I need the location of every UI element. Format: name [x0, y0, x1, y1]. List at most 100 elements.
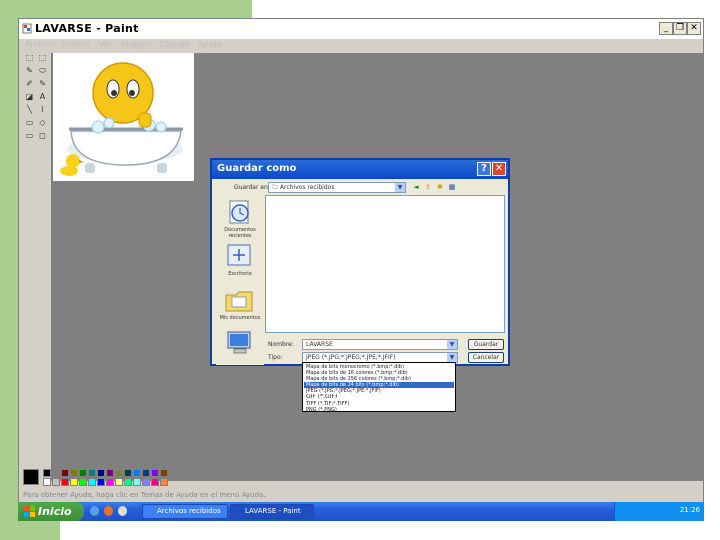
- image-canvas[interactable]: [53, 53, 194, 181]
- palette-swatch[interactable]: [151, 478, 159, 486]
- task-archivos-recibidos[interactable]: Archivos recibidos: [142, 504, 228, 519]
- save-in-combo[interactable]: 🗀 Archivos recibidos ▼: [268, 182, 406, 193]
- name-label: Nombre:: [268, 341, 294, 348]
- free-select-tool[interactable]: ⬚: [24, 53, 35, 63]
- file-name-input[interactable]: LAVARSE ▼: [302, 339, 458, 350]
- palette-swatch[interactable]: [79, 478, 87, 486]
- windows-logo-icon: [24, 506, 35, 517]
- type-option[interactable]: GIF (*.GIF): [304, 394, 454, 401]
- save-in-value: Archivos recibidos: [279, 184, 335, 191]
- pencil-tool[interactable]: ◪: [24, 92, 35, 102]
- dialog-title: Guardar como: [217, 163, 297, 174]
- line-tool[interactable]: ╲: [24, 105, 35, 115]
- menu-ayuda[interactable]: Ayuda: [197, 40, 222, 49]
- view-menu-icon[interactable]: ▦: [448, 183, 456, 191]
- palette-swatch[interactable]: [79, 469, 87, 477]
- dialog-title-bar[interactable]: Guardar como ? ✕: [212, 160, 508, 179]
- clock: 21:26: [679, 506, 700, 514]
- palette-swatch[interactable]: [52, 469, 60, 477]
- rectangle-tool[interactable]: ▭: [24, 118, 35, 128]
- place-recent[interactable]: Documentos recientes: [216, 197, 264, 239]
- palette-swatch[interactable]: [115, 478, 123, 486]
- palette-swatch[interactable]: [43, 478, 51, 486]
- help-button[interactable]: ?: [477, 162, 491, 176]
- palette-swatch[interactable]: [124, 478, 132, 486]
- palette-swatch[interactable]: [160, 469, 168, 477]
- chevron-down-icon[interactable]: ▼: [395, 183, 405, 192]
- taskbar: Inicio Archivos recibidos LAVARSE - Pain…: [18, 502, 704, 521]
- polygon-tool[interactable]: ◇: [37, 118, 48, 128]
- folder-icon: 🗀: [272, 184, 280, 191]
- place-my-pc[interactable]: [216, 329, 264, 369]
- my-documents-icon: [225, 291, 253, 312]
- new-folder-icon[interactable]: ✱: [436, 183, 444, 191]
- palette-swatch[interactable]: [97, 478, 105, 486]
- title-bar[interactable]: LAVARSE - Paint _ ❐ ✕: [19, 19, 703, 39]
- palette-swatch[interactable]: [52, 478, 60, 486]
- quicklaunch-media-icon[interactable]: [104, 506, 113, 516]
- place-desktop[interactable]: Escritorio: [216, 241, 264, 281]
- bath-smiley-image: [60, 62, 183, 176]
- start-button[interactable]: Inicio: [18, 502, 84, 521]
- palette-swatch[interactable]: [70, 469, 78, 477]
- back-icon[interactable]: ◄: [412, 183, 420, 191]
- file-type-dropdown: Mapa de bits monocromo (*.bmp;*.dib) Map…: [302, 362, 456, 412]
- up-folder-icon[interactable]: ⇧: [424, 183, 432, 191]
- palette-swatch[interactable]: [88, 469, 96, 477]
- color-palette: [23, 469, 223, 487]
- file-type-value: JPEG (*.JPG;*.JPEG;*.JPE;*.JFIF): [306, 354, 396, 361]
- palette-swatch[interactable]: [88, 478, 96, 486]
- window-title: LAVARSE - Paint: [35, 22, 139, 35]
- menu-bar: Archivo Edición Ver Imagen Colores Ayuda: [19, 39, 703, 52]
- palette-swatch[interactable]: [115, 469, 123, 477]
- quicklaunch-desktop-icon[interactable]: [118, 506, 127, 516]
- task-paint[interactable]: LAVARSE - Paint: [230, 504, 314, 519]
- chevron-down-icon[interactable]: ▼: [447, 340, 457, 349]
- text-tool[interactable]: A: [37, 92, 48, 102]
- close-button[interactable]: ✕: [687, 22, 701, 35]
- palette-swatch[interactable]: [43, 469, 51, 477]
- palette-swatch[interactable]: [142, 469, 150, 477]
- palette-swatch[interactable]: [151, 469, 159, 477]
- save-as-dialog: Guardar como ? ✕ Guardar en: 🗀 Archivos …: [210, 158, 510, 366]
- save-button[interactable]: Guardar: [468, 339, 504, 350]
- palette-swatch[interactable]: [97, 469, 105, 477]
- place-my-documents[interactable]: Mis documentos: [216, 285, 264, 325]
- palette-swatch[interactable]: [124, 469, 132, 477]
- file-name-value: LAVARSE: [306, 341, 333, 348]
- maximize-button[interactable]: ❐: [673, 22, 687, 35]
- quicklaunch-browser-icon[interactable]: [90, 506, 99, 516]
- pick-color-tool[interactable]: ✐: [24, 79, 35, 89]
- rounded-rect-tool[interactable]: ◻: [37, 131, 48, 141]
- eraser-tool[interactable]: ✎: [24, 66, 35, 76]
- place-label: Escritorio: [228, 271, 252, 277]
- cancel-button[interactable]: Cancelar: [468, 352, 504, 363]
- menu-archivo[interactable]: Archivo: [25, 40, 55, 49]
- select-tool[interactable]: ⬚: [37, 53, 48, 63]
- system-tray: 21:26: [614, 502, 704, 521]
- palette-swatch[interactable]: [61, 478, 69, 486]
- current-color-swatch[interactable]: [23, 469, 39, 485]
- palette-swatch[interactable]: [160, 478, 168, 486]
- file-list[interactable]: [265, 195, 505, 333]
- palette-swatch[interactable]: [106, 469, 114, 477]
- magnifier-tool[interactable]: ✎: [37, 79, 48, 89]
- palette-swatch[interactable]: [106, 478, 114, 486]
- curve-tool[interactable]: ⌇: [37, 105, 48, 115]
- menu-imagen[interactable]: Imagen: [121, 40, 151, 49]
- palette-swatch[interactable]: [133, 469, 141, 477]
- minimize-button[interactable]: _: [659, 22, 673, 35]
- palette-swatch[interactable]: [142, 478, 150, 486]
- fill-tool[interactable]: ⬭: [37, 66, 48, 76]
- ellipse-tool[interactable]: ▭: [24, 131, 35, 141]
- dialog-close-button[interactable]: ✕: [492, 162, 506, 176]
- palette-swatch[interactable]: [61, 469, 69, 477]
- menu-ver[interactable]: Ver: [99, 40, 112, 49]
- palette-swatch[interactable]: [70, 478, 78, 486]
- type-option[interactable]: PNG (*.PNG): [304, 407, 454, 412]
- palette-swatch[interactable]: [133, 478, 141, 486]
- menu-colores[interactable]: Colores: [159, 40, 189, 49]
- menu-edicion[interactable]: Edición: [61, 40, 90, 49]
- chevron-down-icon[interactable]: ▼: [447, 353, 457, 362]
- toolbox: ⬚ ⬚ ✎ ⬭ ✐ ✎ ◪ A ╲ ⌇ ▭ ◇ ▭ ◻: [23, 53, 51, 165]
